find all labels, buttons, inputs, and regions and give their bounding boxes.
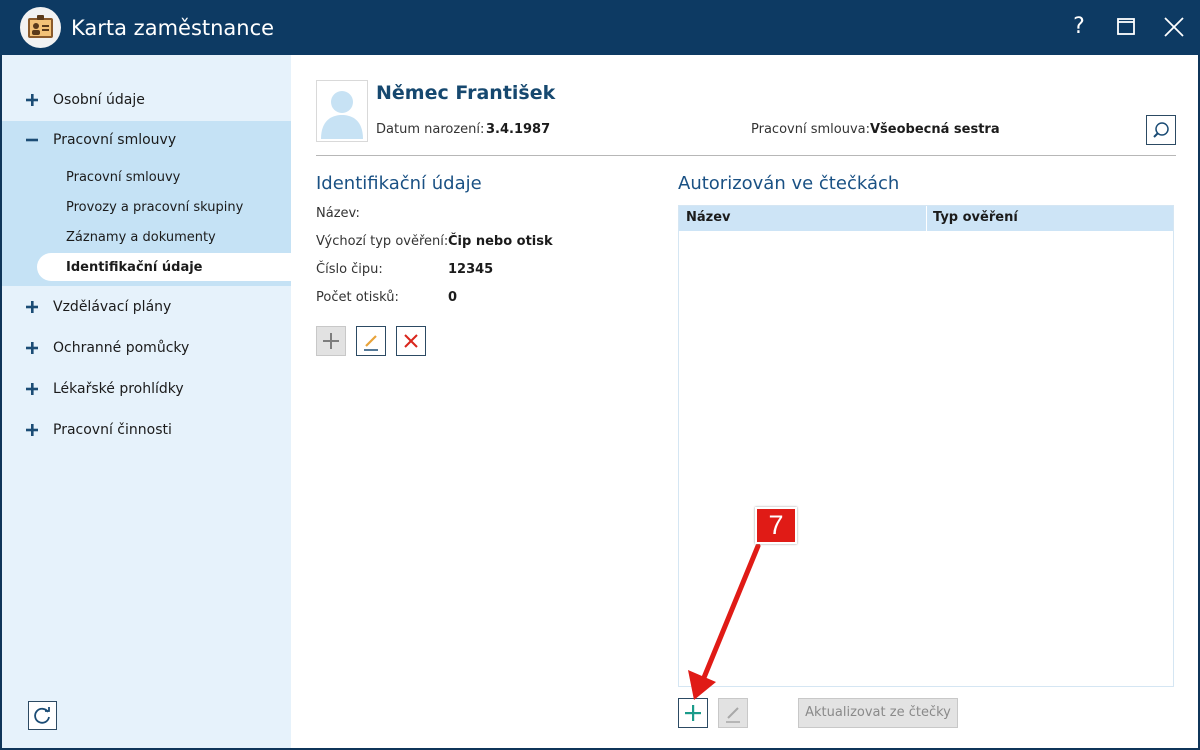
sidebar: Osobní údaje Pracovní smlouvy Pracovní s…: [2, 55, 291, 748]
identification-title: Identifikační údaje: [316, 173, 482, 194]
close-icon: [1164, 17, 1184, 37]
name-label: Název:: [316, 206, 360, 221]
plus-icon: [26, 383, 38, 395]
sidebar-item-personal[interactable]: Osobní údaje: [2, 81, 291, 121]
sidebar-subitem-identification[interactable]: Identifikační údaje: [37, 253, 291, 281]
sidebar-item-medical[interactable]: Lékařské prohlídky: [2, 370, 291, 410]
column-header-auth-type[interactable]: Typ ověření: [933, 210, 1018, 225]
sidebar-item-label: Osobní údaje: [53, 92, 145, 108]
employee-card-icon: [20, 7, 61, 48]
chip-number-label: Číslo čipu:: [316, 262, 383, 277]
readers-table-header: Název Typ ověření: [679, 206, 1173, 231]
birth-date-label: Datum narození:: [376, 122, 485, 137]
sidebar-item-protective[interactable]: Ochranné pomůcky: [2, 329, 291, 369]
delete-identification-button[interactable]: [396, 326, 426, 356]
minus-icon: [26, 138, 38, 142]
contract-value: Všeobecná sestra: [870, 122, 1000, 137]
sidebar-item-label: Pracovní činnosti: [53, 422, 172, 438]
sidebar-item-label: Ochranné pomůcky: [53, 340, 190, 356]
sidebar-item-label: Pracovní smlouvy: [53, 132, 177, 148]
birth-date-value: 3.4.1987: [486, 122, 551, 137]
sidebar-subitem-label: Pracovní smlouvy: [66, 170, 181, 185]
sidebar-item-contracts[interactable]: Pracovní smlouvy: [2, 121, 291, 161]
sidebar-subitem-label: Provozy a pracovní skupiny: [66, 200, 244, 215]
header-divider: [316, 155, 1176, 156]
sidebar-subitem-label: Záznamy a dokumenty: [66, 230, 216, 245]
employee-name: Němec František: [376, 82, 556, 104]
maximize-button[interactable]: [1111, 12, 1141, 42]
close-button[interactable]: [1159, 12, 1189, 42]
refresh-icon: [34, 707, 50, 724]
help-button[interactable]: ?: [1064, 12, 1094, 42]
add-identification-button[interactable]: [316, 326, 346, 356]
plus-icon: [26, 342, 38, 354]
column-header-name[interactable]: Název: [686, 210, 731, 225]
employee-photo: [316, 80, 368, 142]
pencil-icon: [726, 707, 740, 723]
title-bar: Karta zaměstnance ?: [0, 0, 1200, 55]
auth-type-value: Čip nebo otisk: [448, 234, 553, 249]
fingerprint-count-value: 0: [448, 290, 458, 305]
update-from-reader-button[interactable]: Aktualizovat ze čtečky: [798, 698, 958, 728]
delete-icon: [404, 334, 418, 348]
plus-icon: [26, 424, 38, 436]
auth-type-label: Výchozí typ ověření:: [316, 234, 449, 249]
column-separator: [926, 206, 927, 231]
plus-icon: [26, 301, 38, 313]
user-silhouette-icon: [321, 91, 363, 139]
sidebar-item-label: Lékařské prohlídky: [53, 381, 184, 397]
plus-icon: [323, 333, 339, 349]
pencil-icon: [364, 335, 378, 351]
fingerprint-count-label: Počet otisků:: [316, 290, 399, 305]
sidebar-item-education[interactable]: Vzdělávací plány: [2, 288, 291, 328]
add-reader-button[interactable]: [678, 698, 708, 728]
readers-table: Název Typ ověření: [678, 205, 1174, 687]
sidebar-item-label: Vzdělávací plány: [53, 299, 172, 315]
step-badge: 7: [755, 507, 797, 544]
search-button[interactable]: [1146, 115, 1176, 145]
main-panel: Němec František Datum narození: 3.4.1987…: [291, 55, 1198, 748]
edit-identification-button[interactable]: [356, 326, 386, 356]
sidebar-subitem-workgroups[interactable]: Provozy a pracovní skupiny: [2, 193, 291, 221]
readers-title: Autorizován ve čtečkách: [678, 173, 900, 194]
search-icon: [1153, 122, 1169, 138]
sidebar-item-activities[interactable]: Pracovní činnosti: [2, 411, 291, 451]
contract-label: Pracovní smlouva:: [751, 122, 870, 137]
chip-number-value: 12345: [448, 262, 494, 277]
maximize-icon: [1117, 18, 1135, 35]
sidebar-subitem-contracts[interactable]: Pracovní smlouvy: [2, 163, 291, 191]
window-title: Karta zaměstnance: [71, 16, 275, 40]
sidebar-subitem-label: Identifikační údaje: [66, 260, 203, 275]
edit-reader-button[interactable]: [718, 698, 748, 728]
refresh-button[interactable]: [28, 701, 57, 730]
sidebar-subitem-records[interactable]: Záznamy a dokumenty: [2, 223, 291, 251]
plus-icon: [26, 94, 38, 106]
plus-icon: [685, 705, 701, 721]
